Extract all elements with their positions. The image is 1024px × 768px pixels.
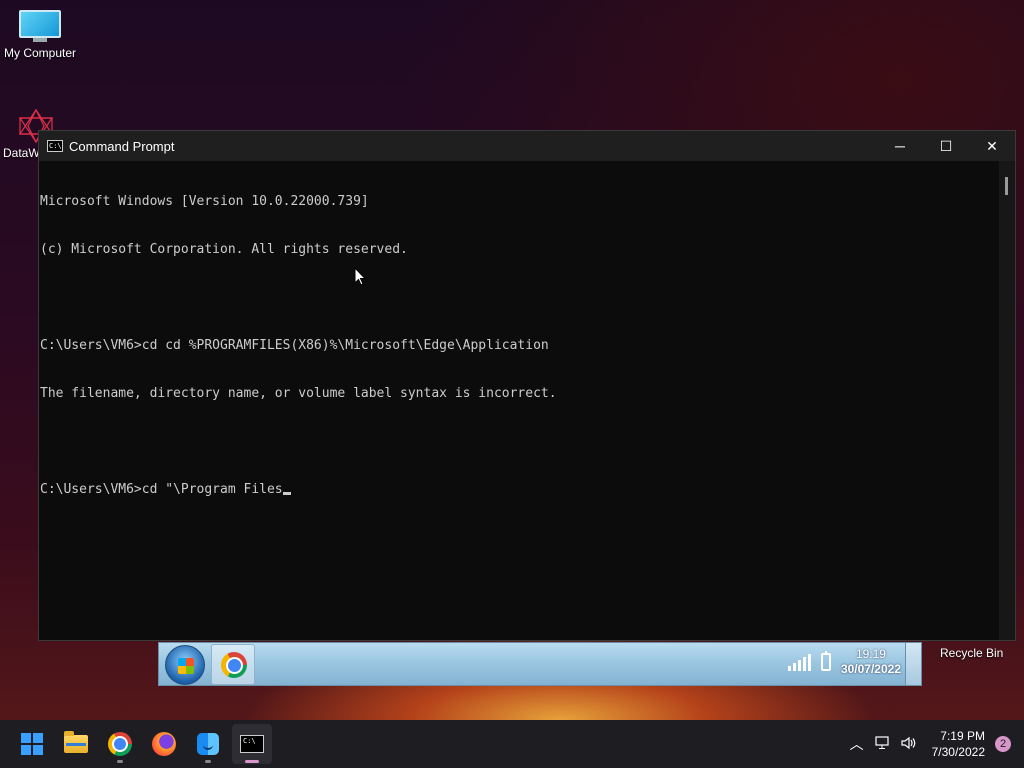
taskbar-clock[interactable]: 7:19 PM 7/30/2022 bbox=[922, 728, 995, 760]
computer-icon bbox=[19, 10, 61, 42]
scrollbar-thumb[interactable] bbox=[1005, 177, 1008, 195]
file-explorer-icon bbox=[64, 731, 88, 753]
chrome-icon bbox=[108, 732, 132, 756]
console-output[interactable]: Microsoft Windows [Version 10.0.22000.73… bbox=[39, 161, 999, 640]
battery-icon bbox=[820, 651, 831, 671]
show-desktop-button[interactable] bbox=[905, 643, 921, 685]
system-tray: ︿ 7:19 PM 7/30/2022 2 bbox=[844, 720, 1024, 768]
console-input-line[interactable]: C:\Users\VM6>cd "\Program Files bbox=[40, 482, 999, 498]
console-line: C:\Users\VM6>cd cd %PROGRAMFILES(X86)%\M… bbox=[40, 338, 549, 353]
window-title: Command Prompt bbox=[69, 138, 175, 154]
minimize-button[interactable]: ─ bbox=[877, 131, 923, 161]
inner-clock-time: 19:19 bbox=[855, 647, 886, 661]
inner-chrome-button[interactable] bbox=[211, 644, 255, 685]
console-line: (c) Microsoft Corporation. All rights re… bbox=[40, 242, 408, 257]
active-indicator bbox=[245, 760, 259, 763]
close-button[interactable]: ✕ bbox=[969, 131, 1015, 161]
taskbar: C:\ ︿ 7:19 PM 7/30/2022 2 bbox=[0, 720, 1024, 768]
cmd-app-icon: C:\ bbox=[47, 140, 63, 152]
scrollbar[interactable] bbox=[999, 161, 1015, 640]
signal-icon bbox=[787, 653, 811, 671]
finder-icon bbox=[197, 733, 219, 755]
inner-taskbar: 19:19 30/07/2022 bbox=[158, 642, 922, 686]
maximize-button[interactable]: ☐ bbox=[923, 131, 969, 161]
terminal-icon: C:\ bbox=[240, 735, 264, 753]
clock-time: 7:19 PM bbox=[940, 729, 985, 743]
notification-badge[interactable]: 2 bbox=[995, 736, 1011, 752]
start-icon bbox=[21, 733, 43, 755]
file-explorer-button[interactable] bbox=[56, 724, 96, 764]
desktop-icon-label: My Computer bbox=[3, 46, 77, 60]
console-current-input: C:\Users\VM6>cd "\Program Files bbox=[40, 482, 283, 497]
windows-orb-icon[interactable] bbox=[165, 645, 205, 685]
start-button[interactable] bbox=[12, 724, 52, 764]
firefox-icon bbox=[152, 732, 176, 756]
chevron-up-icon[interactable]: ︿ bbox=[844, 734, 870, 754]
running-indicator bbox=[117, 760, 123, 763]
clock-date: 7/30/2022 bbox=[931, 745, 985, 759]
desktop-icon-label: DataW bbox=[3, 146, 40, 160]
desktop-icon-my-computer[interactable]: My Computer bbox=[0, 10, 80, 60]
command-prompt-window[interactable]: C:\ Command Prompt ─ ☐ ✕ Microsoft Windo… bbox=[38, 130, 1016, 641]
firefox-button[interactable] bbox=[144, 724, 184, 764]
running-indicator bbox=[205, 760, 211, 763]
inner-clock[interactable]: 19:19 30/07/2022 bbox=[841, 647, 901, 677]
console-line: The filename, directory name, or volume … bbox=[40, 386, 557, 401]
network-icon[interactable] bbox=[870, 735, 896, 753]
volume-icon[interactable] bbox=[896, 736, 922, 753]
console-line: Microsoft Windows [Version 10.0.22000.73… bbox=[40, 194, 369, 209]
chrome-button[interactable] bbox=[100, 724, 140, 764]
inner-clock-date: 30/07/2022 bbox=[840, 662, 901, 676]
mouse-pointer-icon bbox=[354, 266, 368, 292]
chrome-icon bbox=[221, 652, 247, 678]
finder-button[interactable] bbox=[188, 724, 228, 764]
terminal-button[interactable]: C:\ bbox=[232, 724, 272, 764]
text-cursor bbox=[282, 492, 291, 495]
inner-tray: 19:19 30/07/2022 bbox=[787, 647, 901, 677]
recycle-bin-label[interactable]: Recycle Bin bbox=[940, 646, 1003, 660]
window-titlebar[interactable]: C:\ Command Prompt ─ ☐ ✕ bbox=[39, 131, 1015, 161]
